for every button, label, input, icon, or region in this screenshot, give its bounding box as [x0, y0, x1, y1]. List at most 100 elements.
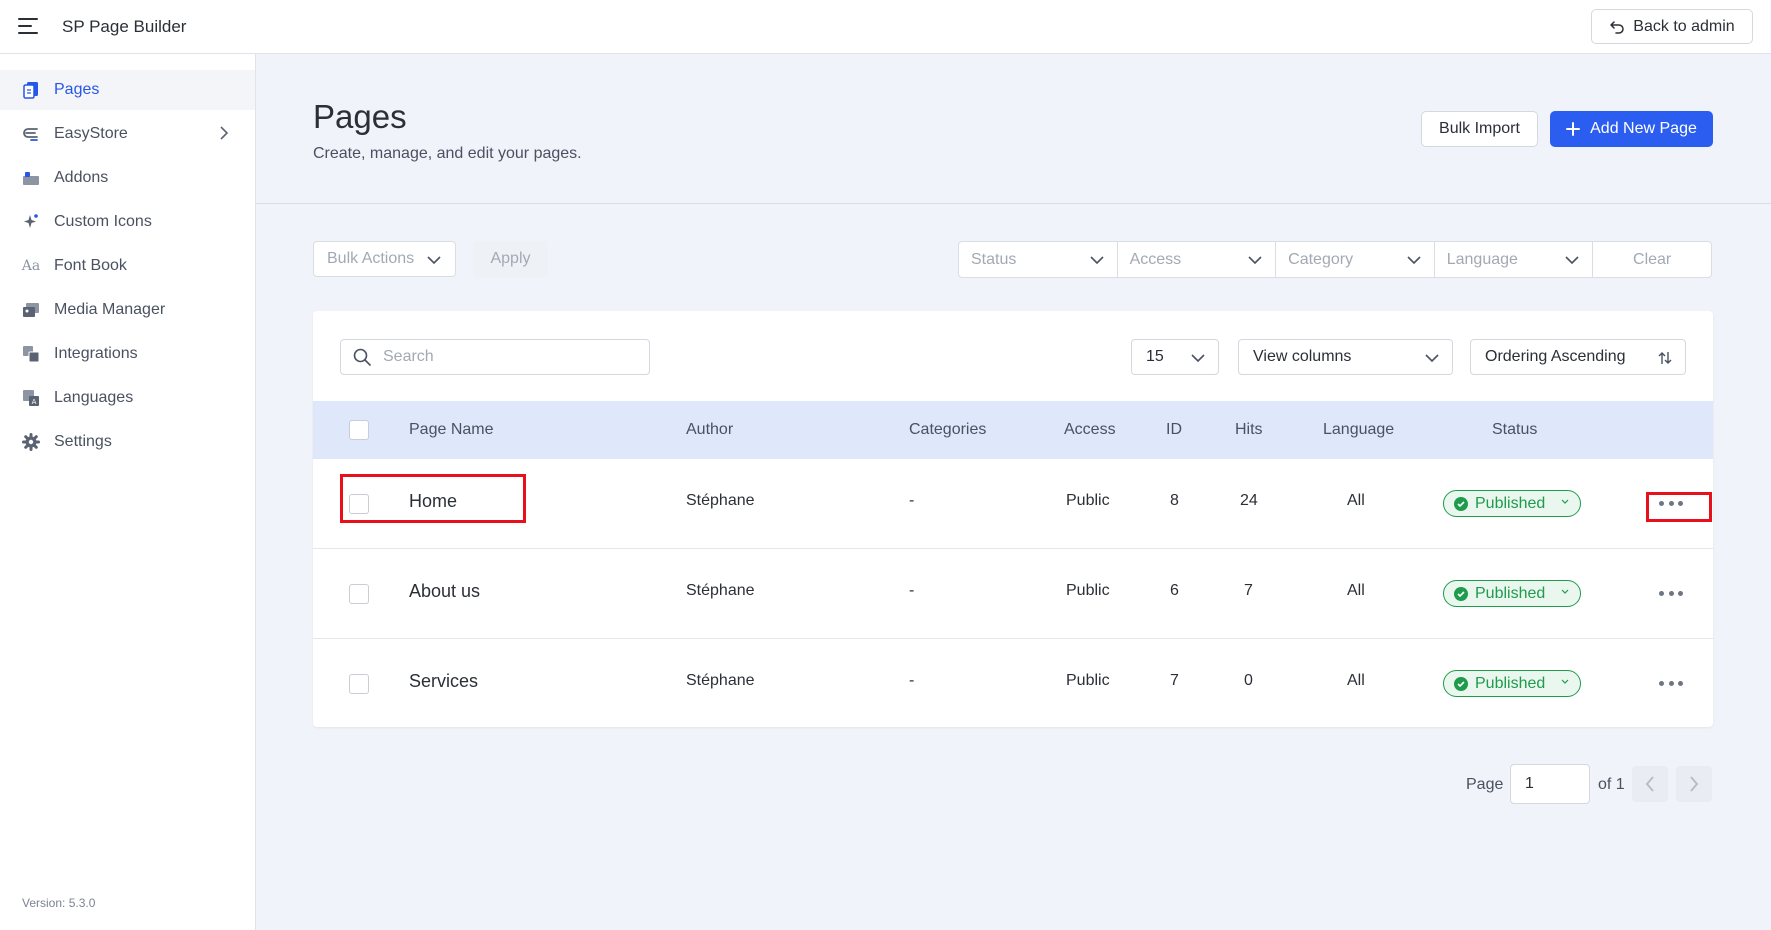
row-checkbox[interactable] — [349, 494, 369, 514]
table-header: Page Name Author Categories Access ID Hi… — [313, 401, 1713, 459]
check-circle-icon — [1454, 586, 1468, 601]
author-cell: Stéphane — [686, 582, 755, 599]
add-new-page-label: Add New Page — [1590, 120, 1697, 137]
access-filter-label: Access — [1129, 250, 1182, 268]
more-options-button[interactable] — [1659, 587, 1683, 599]
chevron-down-icon — [1090, 256, 1104, 265]
page-title: Pages — [313, 98, 407, 135]
row-checkbox[interactable] — [349, 674, 369, 694]
per-page-value: 15 — [1146, 348, 1164, 365]
column-header-status[interactable]: Status — [1492, 421, 1537, 439]
ordering-label: Ordering Ascending — [1485, 348, 1626, 365]
hits-cell: 7 — [1244, 582, 1253, 599]
categories-cell: - — [909, 672, 915, 689]
integrations-icon — [22, 345, 40, 363]
bulk-import-button[interactable]: Bulk Import — [1421, 111, 1538, 147]
check-circle-icon — [1454, 676, 1468, 691]
hits-cell: 24 — [1240, 492, 1258, 509]
bulk-actions-select[interactable]: Bulk Actions — [313, 241, 456, 277]
media-icon — [22, 301, 40, 319]
status-badge[interactable]: Published — [1443, 490, 1581, 517]
chevron-right-icon — [220, 126, 229, 140]
page-name-link[interactable]: About us — [409, 581, 480, 602]
sidebar-item-label: Languages — [54, 389, 134, 406]
chevron-down-icon — [1561, 589, 1569, 594]
pages-table-card: Search 15 View columns Ordering Ascendin… — [313, 311, 1713, 727]
per-page-select[interactable]: 15 — [1131, 339, 1219, 375]
column-header-hits[interactable]: Hits — [1235, 421, 1263, 439]
author-cell: Stéphane — [686, 492, 755, 509]
page-number-input[interactable]: 1 — [1510, 764, 1590, 804]
language-filter[interactable]: Language — [1435, 242, 1594, 277]
hits-cell: 0 — [1244, 672, 1253, 689]
column-header-page-name[interactable]: Page Name — [409, 421, 494, 439]
status-filter-label: Status — [971, 250, 1017, 268]
ordering-select[interactable]: Ordering Ascending — [1470, 339, 1686, 375]
author-cell: Stéphane — [686, 672, 755, 689]
status-badge[interactable]: Published — [1443, 670, 1581, 697]
clear-filters-button[interactable]: Clear — [1593, 242, 1711, 277]
svg-text:A: A — [32, 398, 37, 406]
sidebar-item-languages[interactable]: A Languages — [0, 378, 255, 418]
more-options-button[interactable] — [1659, 497, 1683, 509]
id-cell: 6 — [1170, 582, 1179, 599]
table-row: Services Stéphane - Public 7 0 All Publi… — [313, 639, 1713, 729]
status-badge[interactable]: Published — [1443, 580, 1581, 607]
sidebar-item-settings[interactable]: Settings — [0, 422, 255, 462]
sidebar-item-font-book[interactable]: Aa Font Book — [0, 246, 255, 286]
languages-icon: A — [22, 389, 40, 407]
menu-icon[interactable] — [18, 18, 38, 34]
sidebar-item-easystore[interactable]: EasyStore — [0, 114, 255, 154]
status-label: Published — [1475, 584, 1546, 602]
version-label: Version: 5.3.0 — [22, 896, 96, 910]
view-columns-label: View columns — [1253, 348, 1352, 365]
page-name-link[interactable]: Services — [409, 671, 478, 692]
column-header-author[interactable]: Author — [686, 421, 733, 439]
sidebar-item-pages[interactable]: Pages — [0, 70, 255, 110]
chevron-down-icon — [427, 256, 441, 265]
category-filter[interactable]: Category — [1276, 242, 1435, 277]
sidebar-item-label: Media Manager — [54, 301, 166, 318]
column-header-categories[interactable]: Categories — [909, 421, 986, 439]
add-new-page-button[interactable]: Add New Page — [1550, 111, 1713, 147]
bulk-actions-label: Bulk Actions — [327, 250, 415, 267]
sidebar-item-integrations[interactable]: Integrations — [0, 334, 255, 374]
apply-button[interactable]: Apply — [473, 241, 548, 277]
column-header-language[interactable]: Language — [1323, 421, 1394, 439]
page-subtitle: Create, manage, and edit your pages. — [313, 145, 582, 162]
back-to-admin-button[interactable]: Back to admin — [1591, 9, 1753, 44]
page-name-link[interactable]: Home — [409, 491, 457, 512]
sidebar-item-label: Integrations — [54, 345, 138, 362]
sidebar-item-label: Settings — [54, 433, 112, 450]
chevron-left-icon — [1645, 776, 1654, 792]
search-input[interactable]: Search — [340, 339, 650, 375]
status-label: Published — [1475, 494, 1546, 512]
top-bar: SP Page Builder Back to admin — [0, 0, 1771, 54]
search-icon — [353, 348, 371, 366]
access-cell: Public — [1066, 672, 1110, 689]
sidebar-item-custom-icons[interactable]: Custom Icons — [0, 202, 255, 242]
chevron-down-icon — [1565, 256, 1579, 265]
select-all-checkbox[interactable] — [349, 420, 369, 440]
column-header-access[interactable]: Access — [1064, 421, 1116, 439]
sidebar-item-addons[interactable]: Addons — [0, 158, 255, 198]
access-filter[interactable]: Access — [1118, 242, 1277, 277]
previous-page-button[interactable] — [1632, 766, 1668, 802]
view-columns-select[interactable]: View columns — [1238, 339, 1453, 375]
next-page-button[interactable] — [1676, 766, 1712, 802]
access-cell: Public — [1066, 582, 1110, 599]
status-filter[interactable]: Status — [959, 242, 1118, 277]
id-cell: 8 — [1170, 492, 1179, 509]
more-options-button[interactable] — [1659, 677, 1683, 689]
column-header-id[interactable]: ID — [1166, 421, 1182, 439]
status-label: Published — [1475, 674, 1546, 692]
row-checkbox[interactable] — [349, 584, 369, 604]
sidebar-item-label: Custom Icons — [54, 213, 152, 230]
search-placeholder: Search — [383, 348, 434, 365]
chevron-right-icon — [1690, 776, 1699, 792]
pagination-of-label: of 1 — [1598, 776, 1625, 793]
filter-group: Status Access Category Language Clear — [958, 241, 1712, 278]
easystore-icon — [22, 125, 40, 143]
sidebar-item-media-manager[interactable]: Media Manager — [0, 290, 255, 330]
plus-icon — [1566, 122, 1581, 136]
